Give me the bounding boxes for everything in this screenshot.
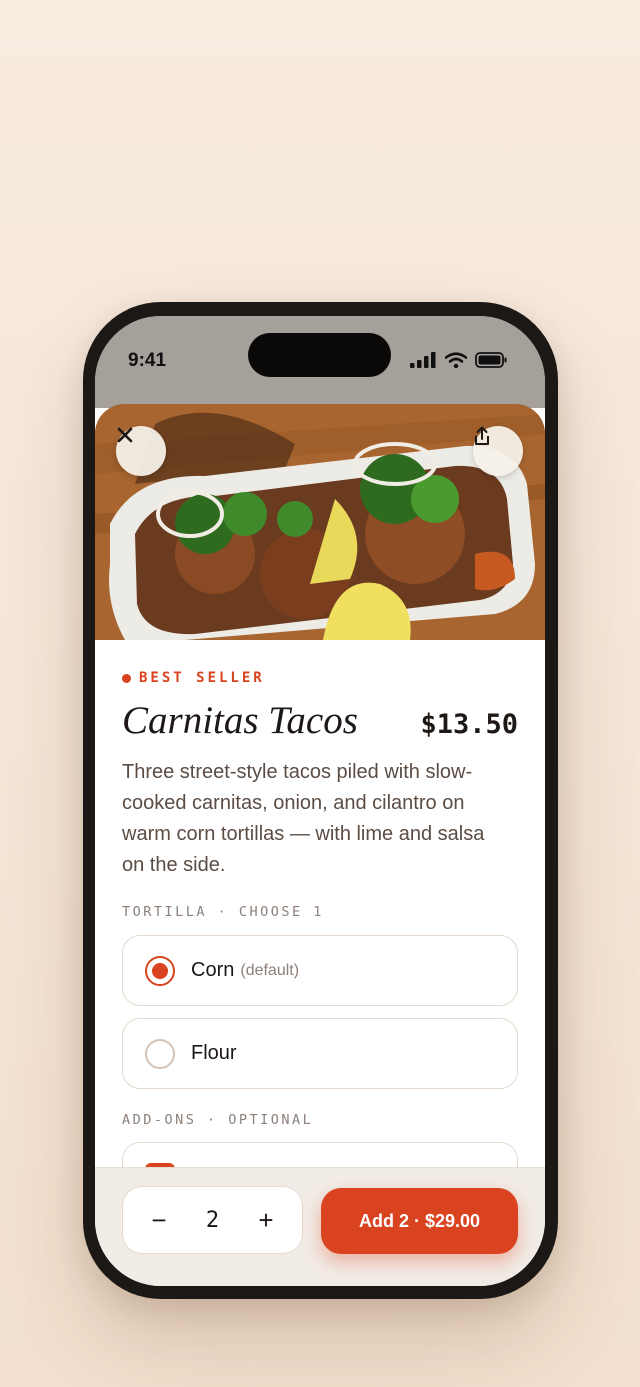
option-flour[interactable]: Flour: [122, 1018, 518, 1089]
share-button[interactable]: [473, 426, 523, 476]
status-time: 9:41: [128, 350, 167, 371]
wifi-icon: [445, 352, 467, 368]
option-hint: (default): [240, 961, 300, 979]
screen: 9:41 BEST SELLER Carnitas Tacos $13.50 T…: [95, 316, 545, 1286]
item-title: Carnitas Tacos: [122, 699, 358, 742]
option-label: Corn: [191, 959, 235, 981]
phone-frame: 9:41 BEST SELLER Carnitas Tacos $13.50 T…: [83, 302, 558, 1299]
status-bar: 9:41: [95, 316, 545, 408]
item-details: BEST SELLER Carnitas Tacos $13.50 Three …: [122, 668, 518, 881]
signal-icon: [410, 352, 436, 368]
close-button[interactable]: [116, 426, 166, 476]
add-to-cart-button[interactable]: Add 2 · $29.00: [321, 1188, 518, 1254]
status-icons: [410, 352, 507, 368]
title-row: Carnitas Tacos $13.50: [122, 698, 518, 743]
close-icon: [117, 427, 133, 443]
hero-photo: [95, 404, 545, 640]
decrement-button[interactable]: −: [147, 1205, 171, 1236]
addons-section-label: ADD-ONS · OPTIONAL: [122, 1112, 314, 1128]
radio-flour[interactable]: [145, 1038, 175, 1069]
quantity-stepper: − 2 +: [122, 1186, 303, 1254]
item-description: Three street-style tacos piled with slow…: [122, 761, 485, 876]
badge-dot: [122, 673, 131, 683]
best-seller-badge: BEST SELLER: [122, 668, 518, 688]
item-price: $13.50: [420, 709, 518, 740]
battery-icon: [475, 352, 507, 368]
badge-label: BEST SELLER: [139, 670, 265, 686]
bottom-bar: − 2 + Add 2 · $29.00: [95, 1167, 545, 1286]
share-icon: [475, 426, 489, 445]
increment-button[interactable]: +: [254, 1205, 278, 1236]
radio-corn[interactable]: [145, 955, 175, 986]
tortilla-section-label: TORTILLA · CHOOSE 1: [122, 904, 324, 920]
option-corn[interactable]: Corn (default): [122, 935, 518, 1006]
option-label: Flour: [191, 1042, 237, 1064]
dynamic-island: [248, 333, 391, 377]
quantity-value: 2: [205, 1207, 220, 1233]
